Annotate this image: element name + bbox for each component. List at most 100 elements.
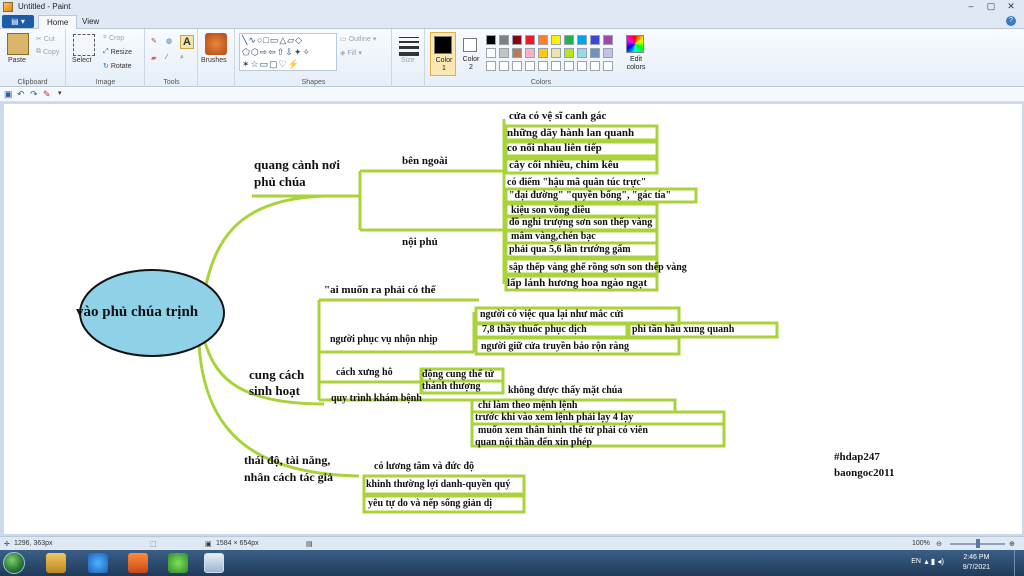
internet-explorer-icon[interactable] [88, 553, 108, 573]
select-icon[interactable] [73, 34, 95, 56]
edit-colors-icon[interactable] [626, 35, 644, 53]
color2-selector[interactable]: Color 2 [458, 32, 484, 76]
rotate-button[interactable]: ↻ Rotate [103, 62, 132, 71]
file-explorer-icon[interactable] [46, 553, 66, 573]
crop-button[interactable]: ⌗ Crop [103, 34, 124, 42]
drawing-canvas[interactable]: vào phủ chúa trịnh quang cảnh nơi phủ ch… [4, 104, 1022, 534]
color1-selector[interactable]: Color 1 [430, 32, 456, 76]
palette-swatch[interactable] [551, 61, 561, 71]
paste-button[interactable]: Paste [8, 57, 26, 64]
magnifier-icon[interactable]: ⌕ [180, 54, 184, 62]
outline-dropdown[interactable]: ▭ Outline ▾ [340, 35, 376, 44]
quick-access-toolbar: ▣ ↶ ↷ ✎ ▾ [0, 88, 1024, 102]
palette-swatch[interactable] [577, 35, 587, 45]
save-icon[interactable]: ▣ [4, 89, 13, 100]
maximize-button[interactable]: ▢ [984, 0, 998, 12]
palette-swatch[interactable] [512, 35, 522, 45]
language-indicator[interactable]: EN [911, 558, 921, 565]
tab-view[interactable]: View [74, 15, 107, 29]
fill-icon: ◈ [340, 50, 346, 57]
palette-swatch[interactable] [564, 35, 574, 45]
redo-icon[interactable]: ↷ [30, 89, 38, 100]
palette-swatch[interactable] [486, 35, 496, 45]
branch1-title-2: phủ chúa [254, 174, 306, 189]
palette-swatch[interactable] [538, 61, 548, 71]
palette-swatch[interactable] [538, 48, 548, 58]
palette-swatch[interactable] [512, 48, 522, 58]
size-lines-icon[interactable] [399, 37, 419, 56]
palette-swatch[interactable] [499, 61, 509, 71]
customize-qat-icon[interactable]: ▾ [58, 89, 62, 97]
eraser-icon[interactable]: ▰ [151, 54, 156, 62]
paint-taskbar-icon[interactable] [204, 553, 224, 573]
paste-icon[interactable] [7, 33, 29, 55]
fill-bucket-icon[interactable]: ◍ [166, 37, 172, 45]
address-label: cách xưng hô [336, 367, 393, 378]
close-button[interactable]: ✕ [1004, 0, 1018, 12]
undo-icon[interactable]: ↶ [17, 89, 25, 100]
brush-icon[interactable] [205, 33, 227, 55]
eraser-quick-icon[interactable]: ✎ [43, 89, 51, 100]
zoom-slider-thumb[interactable] [976, 539, 980, 548]
file-size-icon: ▤ [306, 541, 313, 548]
palette-swatch[interactable] [577, 48, 587, 58]
minimize-button[interactable]: – [964, 0, 978, 12]
palette-swatch[interactable] [603, 61, 613, 71]
file-menu-button[interactable]: ▤ ▾ [2, 15, 34, 28]
copy-button[interactable]: ⧉ Copy [36, 48, 59, 56]
text-tool-icon[interactable]: A [180, 35, 194, 49]
shapes-gallery[interactable]: ╲∿○□▭△▱◇ ⬠⬡⇨⇦⇧⇩✦✧ ✶☆▭▢♡⚡ [239, 33, 337, 71]
size-button[interactable]: Size [401, 57, 415, 64]
palette-swatch[interactable] [538, 35, 548, 45]
help-icon[interactable]: ? [1006, 16, 1016, 26]
resize-button[interactable]: ⤢ Resize [103, 48, 132, 56]
palette-swatch[interactable] [564, 48, 574, 58]
cut-button[interactable]: ✂ Cut [36, 35, 55, 44]
palette-swatch[interactable] [590, 61, 600, 71]
b2-quote: "ai muốn ra phải có thể [324, 284, 436, 296]
zoom-in-button[interactable]: ⊕ [1009, 540, 1015, 548]
pencil-icon[interactable]: ✎ [151, 37, 157, 45]
b1-item-7: kiệu son võng điều [511, 205, 591, 216]
palette-swatch[interactable] [525, 35, 535, 45]
palette-swatch[interactable] [512, 61, 522, 71]
status-bar: ✛ 1296, 363px ⬚ ▣ 1584 × 654px ▤ 100% ⊖ … [0, 536, 1024, 550]
browser-icon[interactable] [168, 553, 188, 573]
canvas-size-icon: ▣ [205, 541, 212, 548]
palette-swatch[interactable] [564, 61, 574, 71]
palette-swatch[interactable] [551, 35, 561, 45]
media-player-icon[interactable] [128, 553, 148, 573]
zoom-out-button[interactable]: ⊖ [936, 540, 942, 548]
clipboard-group: Paste ✂ Cut ⧉ Copy Clipboard [0, 29, 66, 87]
b1-item-2: những dãy hành lan quanh [507, 127, 635, 139]
fill-dropdown[interactable]: ◈ Fill ▾ [340, 49, 362, 58]
palette-swatch[interactable] [525, 61, 535, 71]
e-item-1: chỉ làm theo mệnh lệnh [478, 400, 578, 411]
b1-item-9: mâm vàng,chén bạc [511, 231, 596, 242]
palette-swatch[interactable] [486, 61, 496, 71]
brushes-button[interactable]: Brushes [201, 57, 227, 64]
palette-swatch[interactable] [603, 35, 613, 45]
palette-swatch[interactable] [590, 48, 600, 58]
select-button[interactable]: Select [72, 57, 91, 64]
b1-item-11: sập thếp vàng ghế rồng sơn son thếp vàng [509, 262, 687, 273]
palette-swatch[interactable] [499, 48, 509, 58]
clock[interactable]: 2:46 PM 9/7/2021 [963, 553, 990, 573]
palette-swatch[interactable] [603, 48, 613, 58]
palette-swatch[interactable] [525, 48, 535, 58]
branch3-title: thái độ, tài năng, [244, 453, 331, 467]
palette-swatch[interactable] [486, 48, 496, 58]
t-item-3: yêu tự do và nếp sống giản dị [368, 498, 493, 509]
start-button[interactable] [3, 552, 25, 574]
tab-home[interactable]: Home [38, 15, 78, 29]
tray-icons[interactable]: ▴ ▮ ◂) [924, 557, 944, 566]
palette-swatch[interactable] [590, 35, 600, 45]
edit-colors-button[interactable]: Edit colors [622, 56, 650, 72]
show-desktop-button[interactable] [1014, 550, 1024, 576]
palette-swatch[interactable] [577, 61, 587, 71]
palette-swatch[interactable] [551, 48, 561, 58]
palette-swatch[interactable] [499, 35, 509, 45]
a-item-2: thánh thượng [422, 381, 481, 392]
color-picker-icon[interactable]: ⁄ [166, 54, 167, 61]
image-group-label: Image [95, 79, 116, 86]
